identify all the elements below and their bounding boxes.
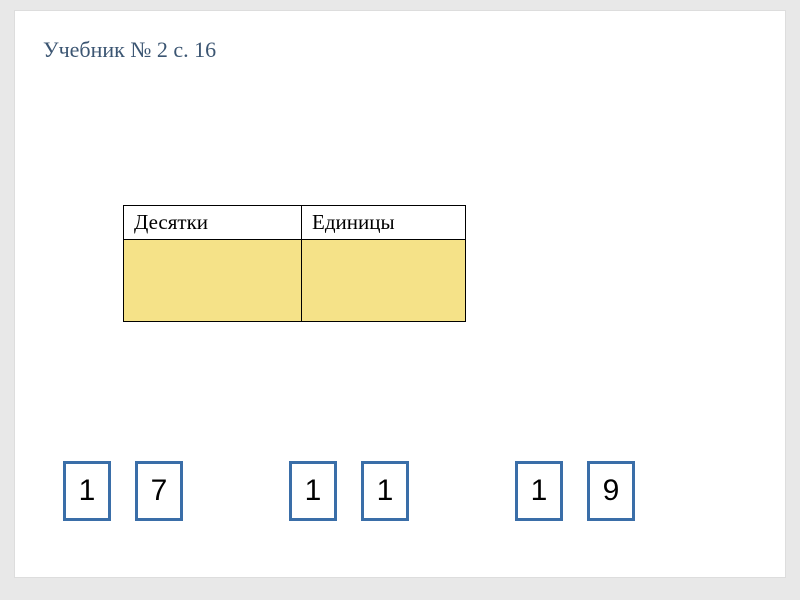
card-pair-2: 1 1 xyxy=(289,461,409,521)
number-card[interactable]: 1 xyxy=(289,461,337,521)
number-card[interactable]: 1 xyxy=(515,461,563,521)
number-card[interactable]: 1 xyxy=(63,461,111,521)
header-units: Единицы xyxy=(302,206,466,240)
card-pair-1: 1 7 xyxy=(63,461,183,521)
number-card[interactable]: 7 xyxy=(135,461,183,521)
cell-units[interactable] xyxy=(302,240,466,322)
number-cards-row: 1 7 1 1 1 9 xyxy=(63,461,635,521)
number-card[interactable]: 1 xyxy=(361,461,409,521)
cell-tens[interactable] xyxy=(124,240,302,322)
number-card[interactable]: 9 xyxy=(587,461,635,521)
slide-container: Учебник № 2 с. 16 Десятки Единицы 1 7 1 … xyxy=(14,10,786,578)
place-value-table: Десятки Единицы xyxy=(123,205,466,322)
table-header-row: Десятки Единицы xyxy=(124,206,466,240)
textbook-reference: Учебник № 2 с. 16 xyxy=(43,37,216,63)
table-row xyxy=(124,240,466,322)
header-tens: Десятки xyxy=(124,206,302,240)
card-pair-3: 1 9 xyxy=(515,461,635,521)
